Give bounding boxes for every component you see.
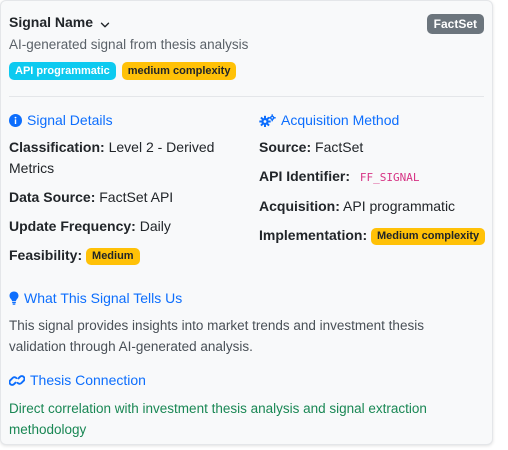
classification-value: Level 2 - Derived xyxy=(108,139,215,155)
lightbulb-icon xyxy=(9,291,19,305)
data-source-value: FactSet API xyxy=(99,189,174,205)
api-identifier-field: API Identifier: FF_SIGNAL xyxy=(259,166,420,188)
chevron-down-icon[interactable] xyxy=(100,17,110,28)
tells-us-text: This signal provides insights into marke… xyxy=(9,318,424,354)
api-identifier-label: API Identifier: xyxy=(259,168,351,184)
signal-details-title: Signal Details xyxy=(27,112,113,128)
feasibility-label: Feasibility: xyxy=(9,247,83,263)
tag-badges: API programmatic medium complexity xyxy=(9,62,237,80)
tells-us-title: What This Signal Tells Us xyxy=(24,290,183,306)
update-frequency-label: Update Frequency: xyxy=(9,218,136,234)
acquisition-label: Acquisition: xyxy=(259,198,340,214)
implementation-badge: Medium complexity xyxy=(371,228,486,245)
data-source-label: Data Source: xyxy=(9,189,96,205)
signal-subtitle: AI-generated signal from thesis analysis xyxy=(9,37,249,52)
acquisition-field: Acquisition: API programmatic xyxy=(259,196,455,217)
source-badge: FactSet xyxy=(426,14,484,34)
signal-card: Signal Name FactSet AI-generated signal … xyxy=(0,0,493,445)
implementation-field: Implementation: Medium complexity xyxy=(259,225,486,246)
api-identifier-value: FF_SIGNAL xyxy=(359,171,420,184)
link-icon xyxy=(9,374,25,387)
info-circle-icon xyxy=(9,113,22,127)
thesis-title: Thesis Connection xyxy=(30,372,146,388)
signal-title: Signal Name xyxy=(9,14,94,30)
source-field: Source: FactSet xyxy=(259,137,363,158)
gears-icon xyxy=(259,113,276,127)
divider xyxy=(9,96,484,97)
data-source-field: Data Source: FactSet API xyxy=(9,187,173,208)
update-frequency-field: Update Frequency: Daily xyxy=(9,216,171,237)
acquisition-value: API programmatic xyxy=(343,198,456,214)
feasibility-field: Feasibility: Medium xyxy=(9,245,140,266)
classification-label: Classification: xyxy=(9,139,105,155)
acquisition-title: Acquisition Method xyxy=(281,112,400,128)
api-badge: API programmatic xyxy=(9,62,116,80)
signal-title-toggle[interactable]: Signal Name xyxy=(9,14,110,30)
acquisition-heading: Acquisition Method xyxy=(259,112,399,128)
feasibility-badge: Medium xyxy=(86,248,140,265)
thesis-text: Direct correlation with investment thesi… xyxy=(9,401,427,437)
source-label: Source: xyxy=(259,139,312,155)
tells-us-heading: What This Signal Tells Us xyxy=(9,290,182,306)
source-value: FactSet xyxy=(315,139,364,155)
implementation-label: Implementation: xyxy=(259,227,368,243)
complexity-badge: medium complexity xyxy=(121,62,237,80)
update-frequency-value: Daily xyxy=(139,218,171,234)
signal-details-heading: Signal Details xyxy=(9,112,113,128)
thesis-heading: Thesis Connection xyxy=(9,372,146,388)
classification-value-cont: Metrics xyxy=(9,160,55,176)
classification-field: Classification: Level 2 - Derived Metric… xyxy=(9,137,244,179)
